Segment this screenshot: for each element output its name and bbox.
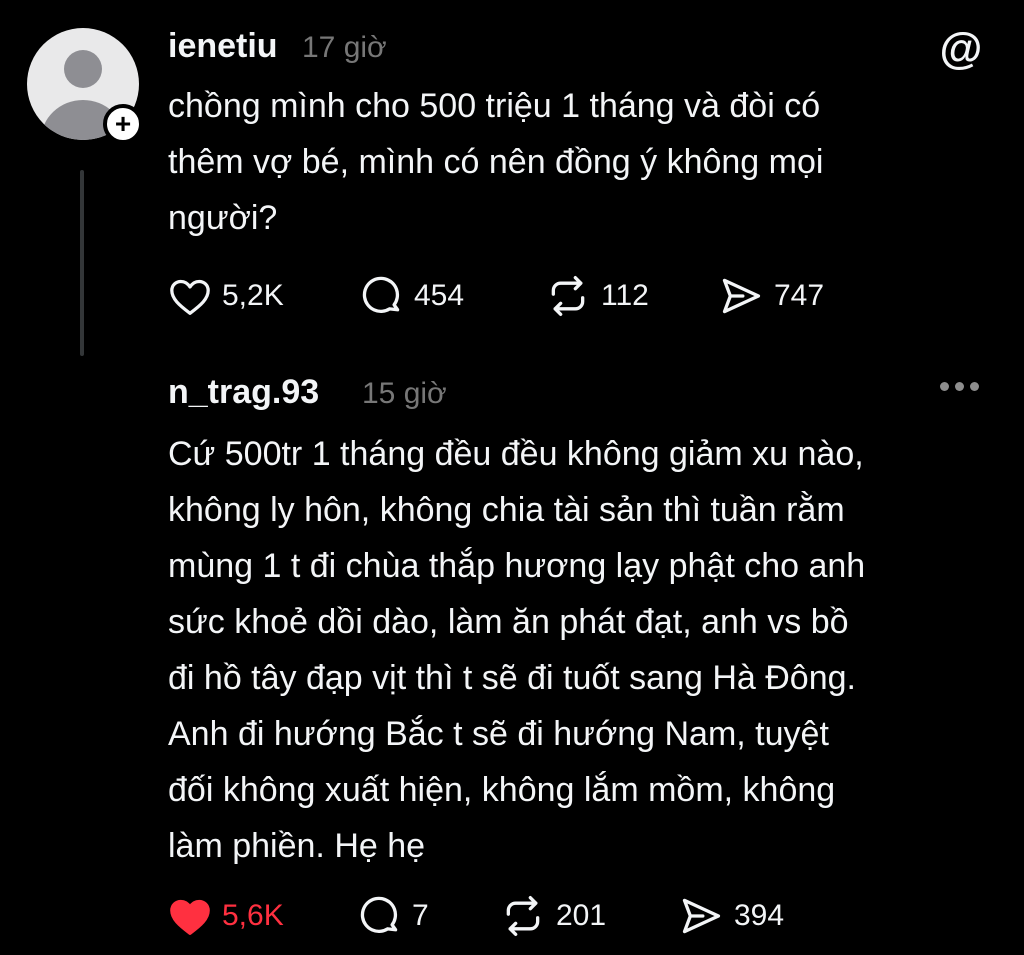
repost-count: 112 [601,279,649,312]
avatar-head-shape [64,50,102,88]
thread-line [80,170,84,356]
reply-share-button[interactable]: 394 [678,892,784,940]
reply-text: Cứ 500tr 1 tháng đều đều không giảm xu n… [168,435,866,865]
reply-comment-count: 7 [412,899,429,932]
heart-filled-icon [170,899,210,935]
dot [940,382,949,391]
send-icon [682,898,721,934]
comment-icon [360,896,398,933]
reply-repost-count: 201 [556,899,607,932]
post-time: 17 giờ [302,31,387,64]
reply-username[interactable]: n_trag.93 [168,373,319,412]
comment-button[interactable]: 454 [360,272,464,320]
repost-icon [551,276,585,316]
reply-like-button[interactable]: 5,6K [168,892,284,940]
dot [955,382,964,391]
post-username[interactable]: ienetiu [168,27,278,66]
reply-share-count: 394 [734,899,785,932]
heart-icon [170,279,210,315]
comment-count: 454 [414,279,465,312]
reply-comment-button[interactable]: 7 [358,892,429,940]
like-count: 5,2K [222,279,284,312]
share-count: 747 [774,279,825,312]
dot [970,382,979,391]
post-text: chồng mình cho 500 triệu 1 tháng và đòi … [168,87,824,237]
repost-button[interactable]: 112 [545,272,649,320]
like-button[interactable]: 5,2K [168,272,284,320]
threads-logo-icon[interactable]: @ [938,26,984,72]
reply-time: 15 giờ [362,377,447,410]
more-options-icon[interactable] [940,382,979,391]
reply-like-count: 5,6K [222,899,284,932]
comment-icon [362,276,400,313]
send-icon [722,278,761,314]
follow-plus-button[interactable]: + [103,104,143,144]
share-button[interactable]: 747 [718,272,824,320]
repost-icon [506,896,540,936]
reply-repost-button[interactable]: 201 [500,892,606,940]
